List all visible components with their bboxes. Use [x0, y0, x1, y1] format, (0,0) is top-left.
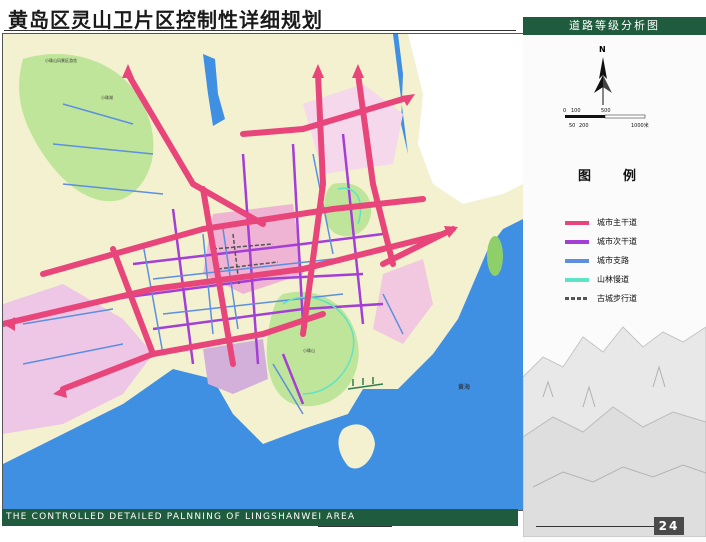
sea-label: 黄海: [458, 383, 470, 391]
island-east: [487, 236, 503, 276]
scale-tick-100: 100: [571, 108, 581, 114]
page-number-rule: [536, 526, 654, 527]
legend-title-left: 图: [578, 169, 594, 184]
landscape-sketch: [523, 326, 706, 537]
legend-title-right: 例: [623, 169, 639, 184]
page-title: 黄岛区灵山卫片区控制性详细规划: [8, 8, 323, 32]
scale-tick-1000: 1000米: [631, 122, 649, 129]
legend-panel: 道路等级分析图 N 0 100 500 50 200 1000米 图 例 城市主…: [523, 17, 706, 542]
legend-label-primary: 城市主干道: [597, 218, 637, 227]
legend-item-primary: 城市主干道: [565, 213, 637, 232]
map-view[interactable]: 黄海 小珠山风景区游览 小珠湖 小珠山: [2, 33, 524, 511]
scale-tick-0: 0: [563, 108, 566, 114]
scale-tick-50: 50: [569, 123, 575, 129]
lake-label: 小珠湖: [101, 94, 113, 100]
panel-title: 道路等级分析图: [523, 17, 706, 35]
scale-tick-500: 500: [601, 108, 611, 114]
north-arrow-icon: [594, 57, 612, 105]
reservoir-label: 小珠山风景区游览: [45, 57, 77, 63]
footer-text: THE CONTROLLED DETAILED PALNNING OF LING…: [6, 512, 356, 522]
scale-tick-200: 200: [579, 123, 589, 129]
title-divider: [4, 30, 516, 31]
legend-swatch-primary: [565, 220, 589, 225]
page-number: 24: [654, 517, 684, 535]
legend-title: 图 例: [578, 165, 638, 184]
footer-rule: [318, 526, 392, 527]
scale-bar: 0 100 500 50 200 1000米: [563, 108, 649, 129]
hill-label: 小珠山: [303, 347, 315, 353]
road-network-map: 黄海 小珠山风景区游览 小珠湖 小珠山: [3, 34, 523, 510]
